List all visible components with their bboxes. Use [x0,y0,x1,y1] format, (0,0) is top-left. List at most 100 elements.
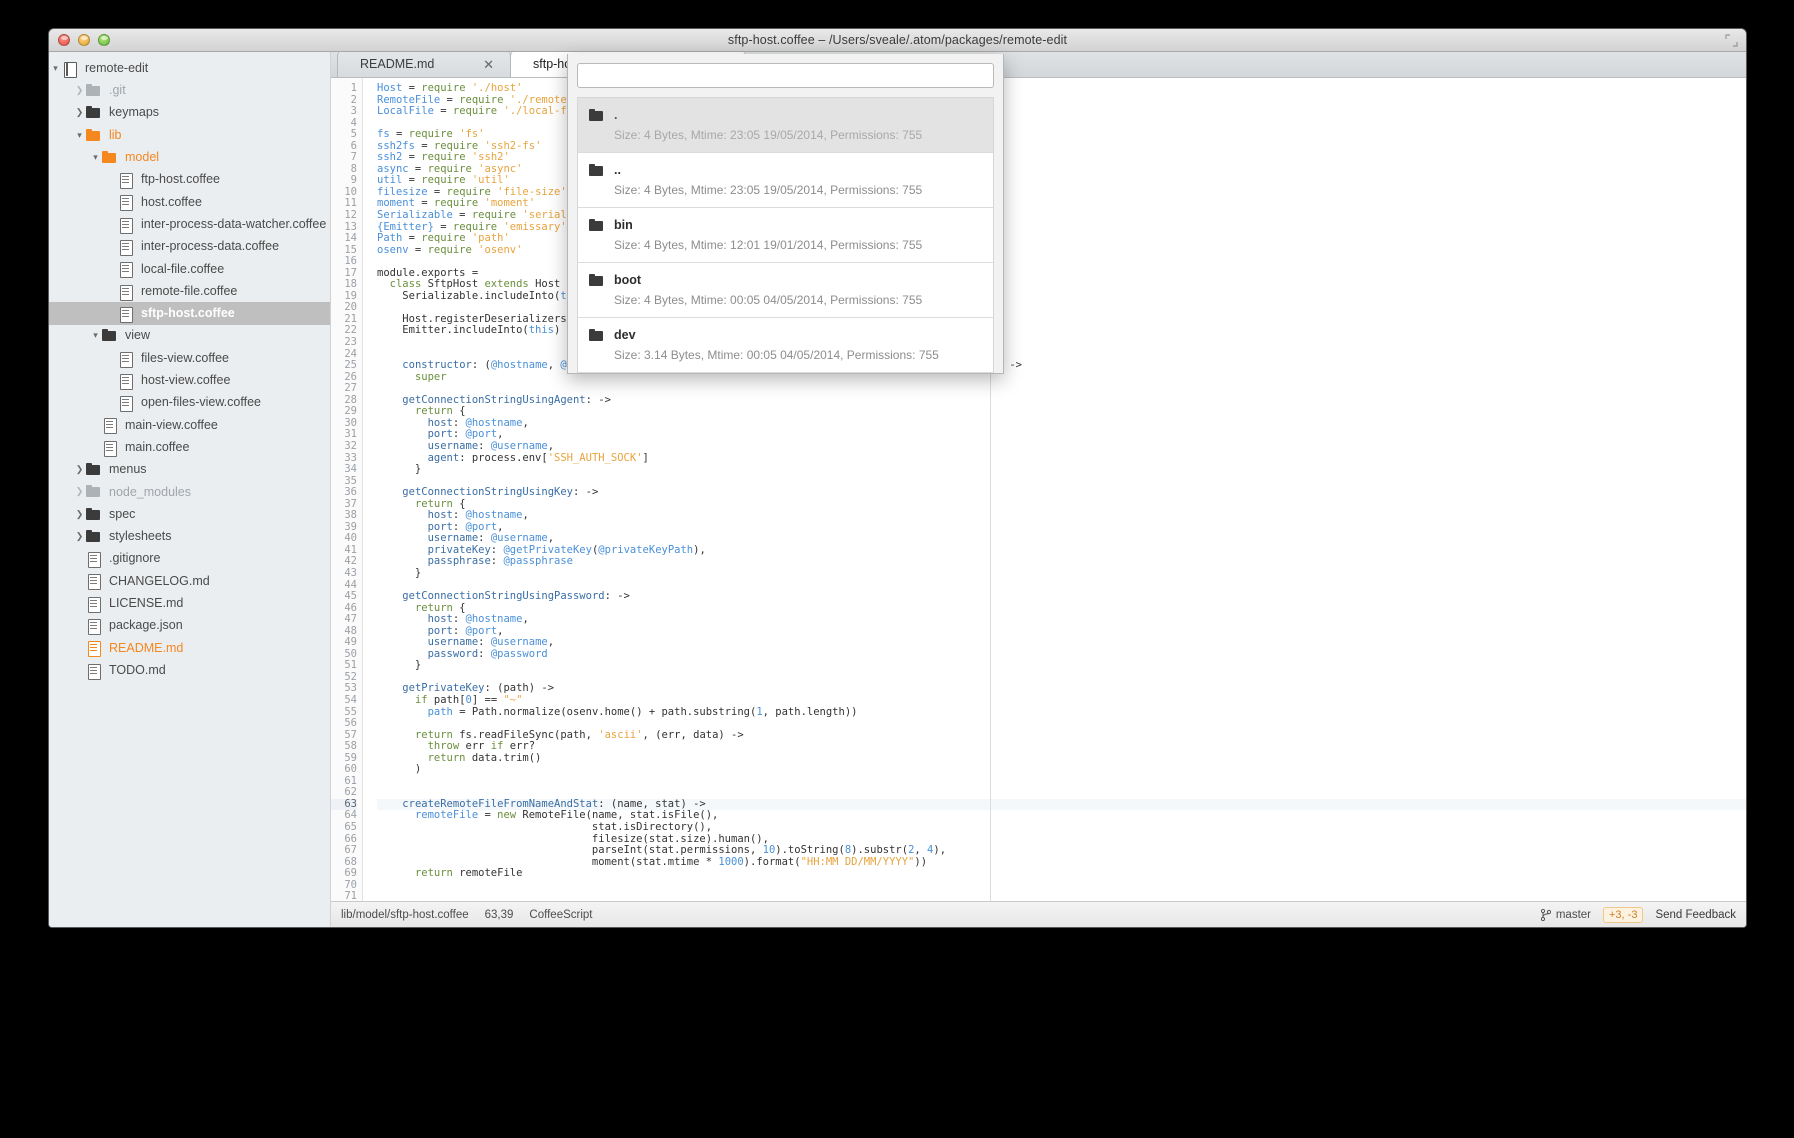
code-line[interactable] [377,776,1746,788]
tree-folder-model[interactable]: ▾ model [49,146,330,168]
code-line[interactable]: return remoteFile [377,867,1746,880]
code-line[interactable]: ) [377,764,1746,776]
remote-file-list[interactable]: . Size: 4 Bytes, Mtime: 23:05 19/05/2014,… [577,97,994,373]
tree-file-main-coffee[interactable]: main.coffee [49,436,330,458]
code-line[interactable]: return { [377,602,1746,615]
code-line[interactable]: port: @port, [377,429,1746,441]
status-file-path[interactable]: lib/model/sftp-host.coffee [341,909,469,921]
remote-file-row[interactable]: dev Size: 3.14 Bytes, Mtime: 00:05 04/05/… [578,318,993,373]
code-line[interactable] [377,672,1746,684]
tree-file-remote-file-coffee[interactable]: remote-file.coffee [49,280,330,302]
tree-folder-git[interactable]: ❯ .git [49,79,330,101]
code-line[interactable]: host: @hostname, [377,417,1746,430]
code-line[interactable] [377,718,1746,730]
remote-file-meta: Size: 4 Bytes, Mtime: 00:05 04/05/2014, … [614,293,923,307]
chevron-down-icon[interactable]: ▾ [89,152,102,162]
remote-file-row[interactable]: boot Size: 4 Bytes, Mtime: 00:05 04/05/20… [578,263,993,318]
code-line[interactable]: return fs.readFileSync(path, 'ascii', (e… [377,729,1746,742]
code-line[interactable]: if path[0] == "~" [377,694,1746,707]
code-area[interactable]: 1 2 3 4 5 6 7 8 9 10 11 12 13 14 15 16 17 18 19 20 21 22 23 24 2… [331,78,1746,901]
chevron-right-icon[interactable]: ❯ [73,464,86,474]
code-line[interactable]: moment(stat.mtime * 1000).format("HH:MM … [377,856,1746,869]
tree-file-package-json[interactable]: package.json [49,614,330,636]
tree-folder-lib[interactable]: ▾ lib [49,124,330,146]
tree-folder-view[interactable]: ▾ view [49,325,330,347]
code-line[interactable]: port: @port, [377,625,1746,638]
tree-file-files-view-coffee[interactable]: files-view.coffee [49,347,330,369]
tree-file-inter-process-data-coffee[interactable]: inter-process-data.coffee [49,235,330,257]
code-line[interactable]: username: @username, [377,636,1746,649]
tree-file-gitignore[interactable]: .gitignore [49,548,330,570]
send-feedback-link[interactable]: Send Feedback [1655,909,1736,921]
code-line[interactable]: password: @password [377,648,1746,661]
code-line[interactable] [377,880,1746,892]
code-line[interactable]: port: @port, [377,521,1746,534]
tree-folder-keymaps[interactable]: ❯ keymaps [49,102,330,124]
file-icon [102,440,118,457]
close-icon[interactable]: ✕ [465,58,494,71]
tree-file-sftp-host-coffee[interactable]: sftp-host.coffee [49,302,330,325]
line-number: 71 [344,890,357,901]
code-line[interactable]: return data.trim() [377,752,1746,765]
code-line[interactable]: host: @hostname, [377,613,1746,626]
chevron-down-icon[interactable]: ▾ [89,331,102,340]
code-line[interactable]: getConnectionStringUsingKey: -> [377,486,1746,499]
status-grammar[interactable]: CoffeeScript [529,909,592,921]
code-line[interactable]: getPrivateKey: (path) -> [377,683,1746,695]
tree-file-main-view-coffee[interactable]: main-view.coffee [49,414,330,436]
remote-file-row[interactable]: bin Size: 4 Bytes, Mtime: 12:01 19/01/201… [578,208,993,263]
code-line[interactable]: getConnectionStringUsingPassword: -> [377,590,1746,603]
code-line[interactable]: privateKey: @getPrivateKey(@privateKeyPa… [377,544,1746,557]
git-branch[interactable]: master [1540,908,1591,921]
remote-file-browser-modal[interactable]: . Size: 4 Bytes, Mtime: 23:05 19/05/2014,… [567,54,1004,374]
code-line[interactable] [377,891,1746,901]
chevron-right-icon[interactable]: ❯ [73,85,86,95]
tree-folder-spec[interactable]: ❯ spec [49,503,330,525]
code-line[interactable]: agent: process.env['SSH_AUTH_SOCK'] [377,452,1746,465]
tab-bar[interactable]: README.md✕sftp-host.coffee✕ [331,52,1746,78]
tree-folder-stylesheets[interactable]: ❯ stylesheets [49,525,330,547]
chevron-down-icon[interactable]: ▾ [49,63,62,73]
tree-file-inter-process-data-watcher-coffee[interactable]: inter-process-data-watcher.coffee [49,213,330,235]
code-line[interactable]: } [377,660,1746,672]
folder-icon [86,485,102,498]
chevron-right-icon[interactable]: ❯ [73,509,86,519]
code-line[interactable]: stat.isDirectory(), [377,821,1746,834]
chevron-right-icon[interactable]: ❯ [73,108,86,117]
tree-file-todo-md[interactable]: TODO.md [49,659,330,681]
code-line[interactable]: return { [377,498,1746,511]
remote-file-title: bin [589,217,982,233]
tree-file-changelog-md[interactable]: CHANGELOG.md [49,570,330,592]
tree-file-open-files-view-coffee[interactable]: open-files-view.coffee [49,391,330,413]
tab-readme-md[interactable]: README.md ✕ [337,52,511,77]
code-line[interactable]: parseInt(stat.permissions, 10).toString(… [377,844,1746,857]
git-diff-badge[interactable]: +3, -3 [1603,906,1644,923]
code-line[interactable]: path = Path.normalize(osenv.home() + pat… [377,706,1746,719]
code-line[interactable]: getConnectionStringUsingAgent: -> [377,394,1746,407]
tree-folder-node-modules[interactable]: ❯ node_modules [49,481,330,503]
tree-file-ftp-host-coffee[interactable]: ftp-host.coffee [49,168,330,190]
tree-folder-menus[interactable]: ❯ menus [49,458,330,480]
status-cursor-position[interactable]: 63,39 [485,909,514,921]
tree-file-local-file-coffee[interactable]: local-file.coffee [49,258,330,280]
tree-root-remote-edit[interactable]: ▾ remote-edit [49,57,330,79]
chevron-down-icon[interactable]: ▾ [73,130,86,140]
filter-input[interactable] [577,63,994,88]
fullscreen-icon[interactable] [1725,34,1738,47]
tree-view[interactable]: ▾ remote-edit ❯ .git ❯ keymaps ▾ lib ▾ model ftp… [49,52,331,927]
tree-file-license-md[interactable]: LICENSE.md [49,592,330,614]
tree-file-readme-md[interactable]: README.md [49,637,330,659]
code-line[interactable]: } [377,567,1746,580]
chevron-right-icon[interactable]: ❯ [73,487,86,496]
remote-file-row[interactable]: .. Size: 4 Bytes, Mtime: 23:05 19/05/2014… [578,153,993,208]
file-icon [86,596,102,613]
tree-file-host-coffee[interactable]: host.coffee [49,191,330,213]
code-line[interactable]: return { [377,406,1746,418]
code-line[interactable]: host: @hostname, [377,509,1746,522]
chevron-right-icon[interactable]: ❯ [73,531,86,541]
code-line[interactable]: passphrase: @passphrase [377,556,1746,568]
code-line[interactable]: throw err if err? [377,740,1746,753]
tree-file-host-view-coffee[interactable]: host-view.coffee [49,369,330,391]
remote-file-row[interactable]: . Size: 4 Bytes, Mtime: 23:05 19/05/2014,… [578,98,993,153]
code-line[interactable]: } [377,463,1746,476]
